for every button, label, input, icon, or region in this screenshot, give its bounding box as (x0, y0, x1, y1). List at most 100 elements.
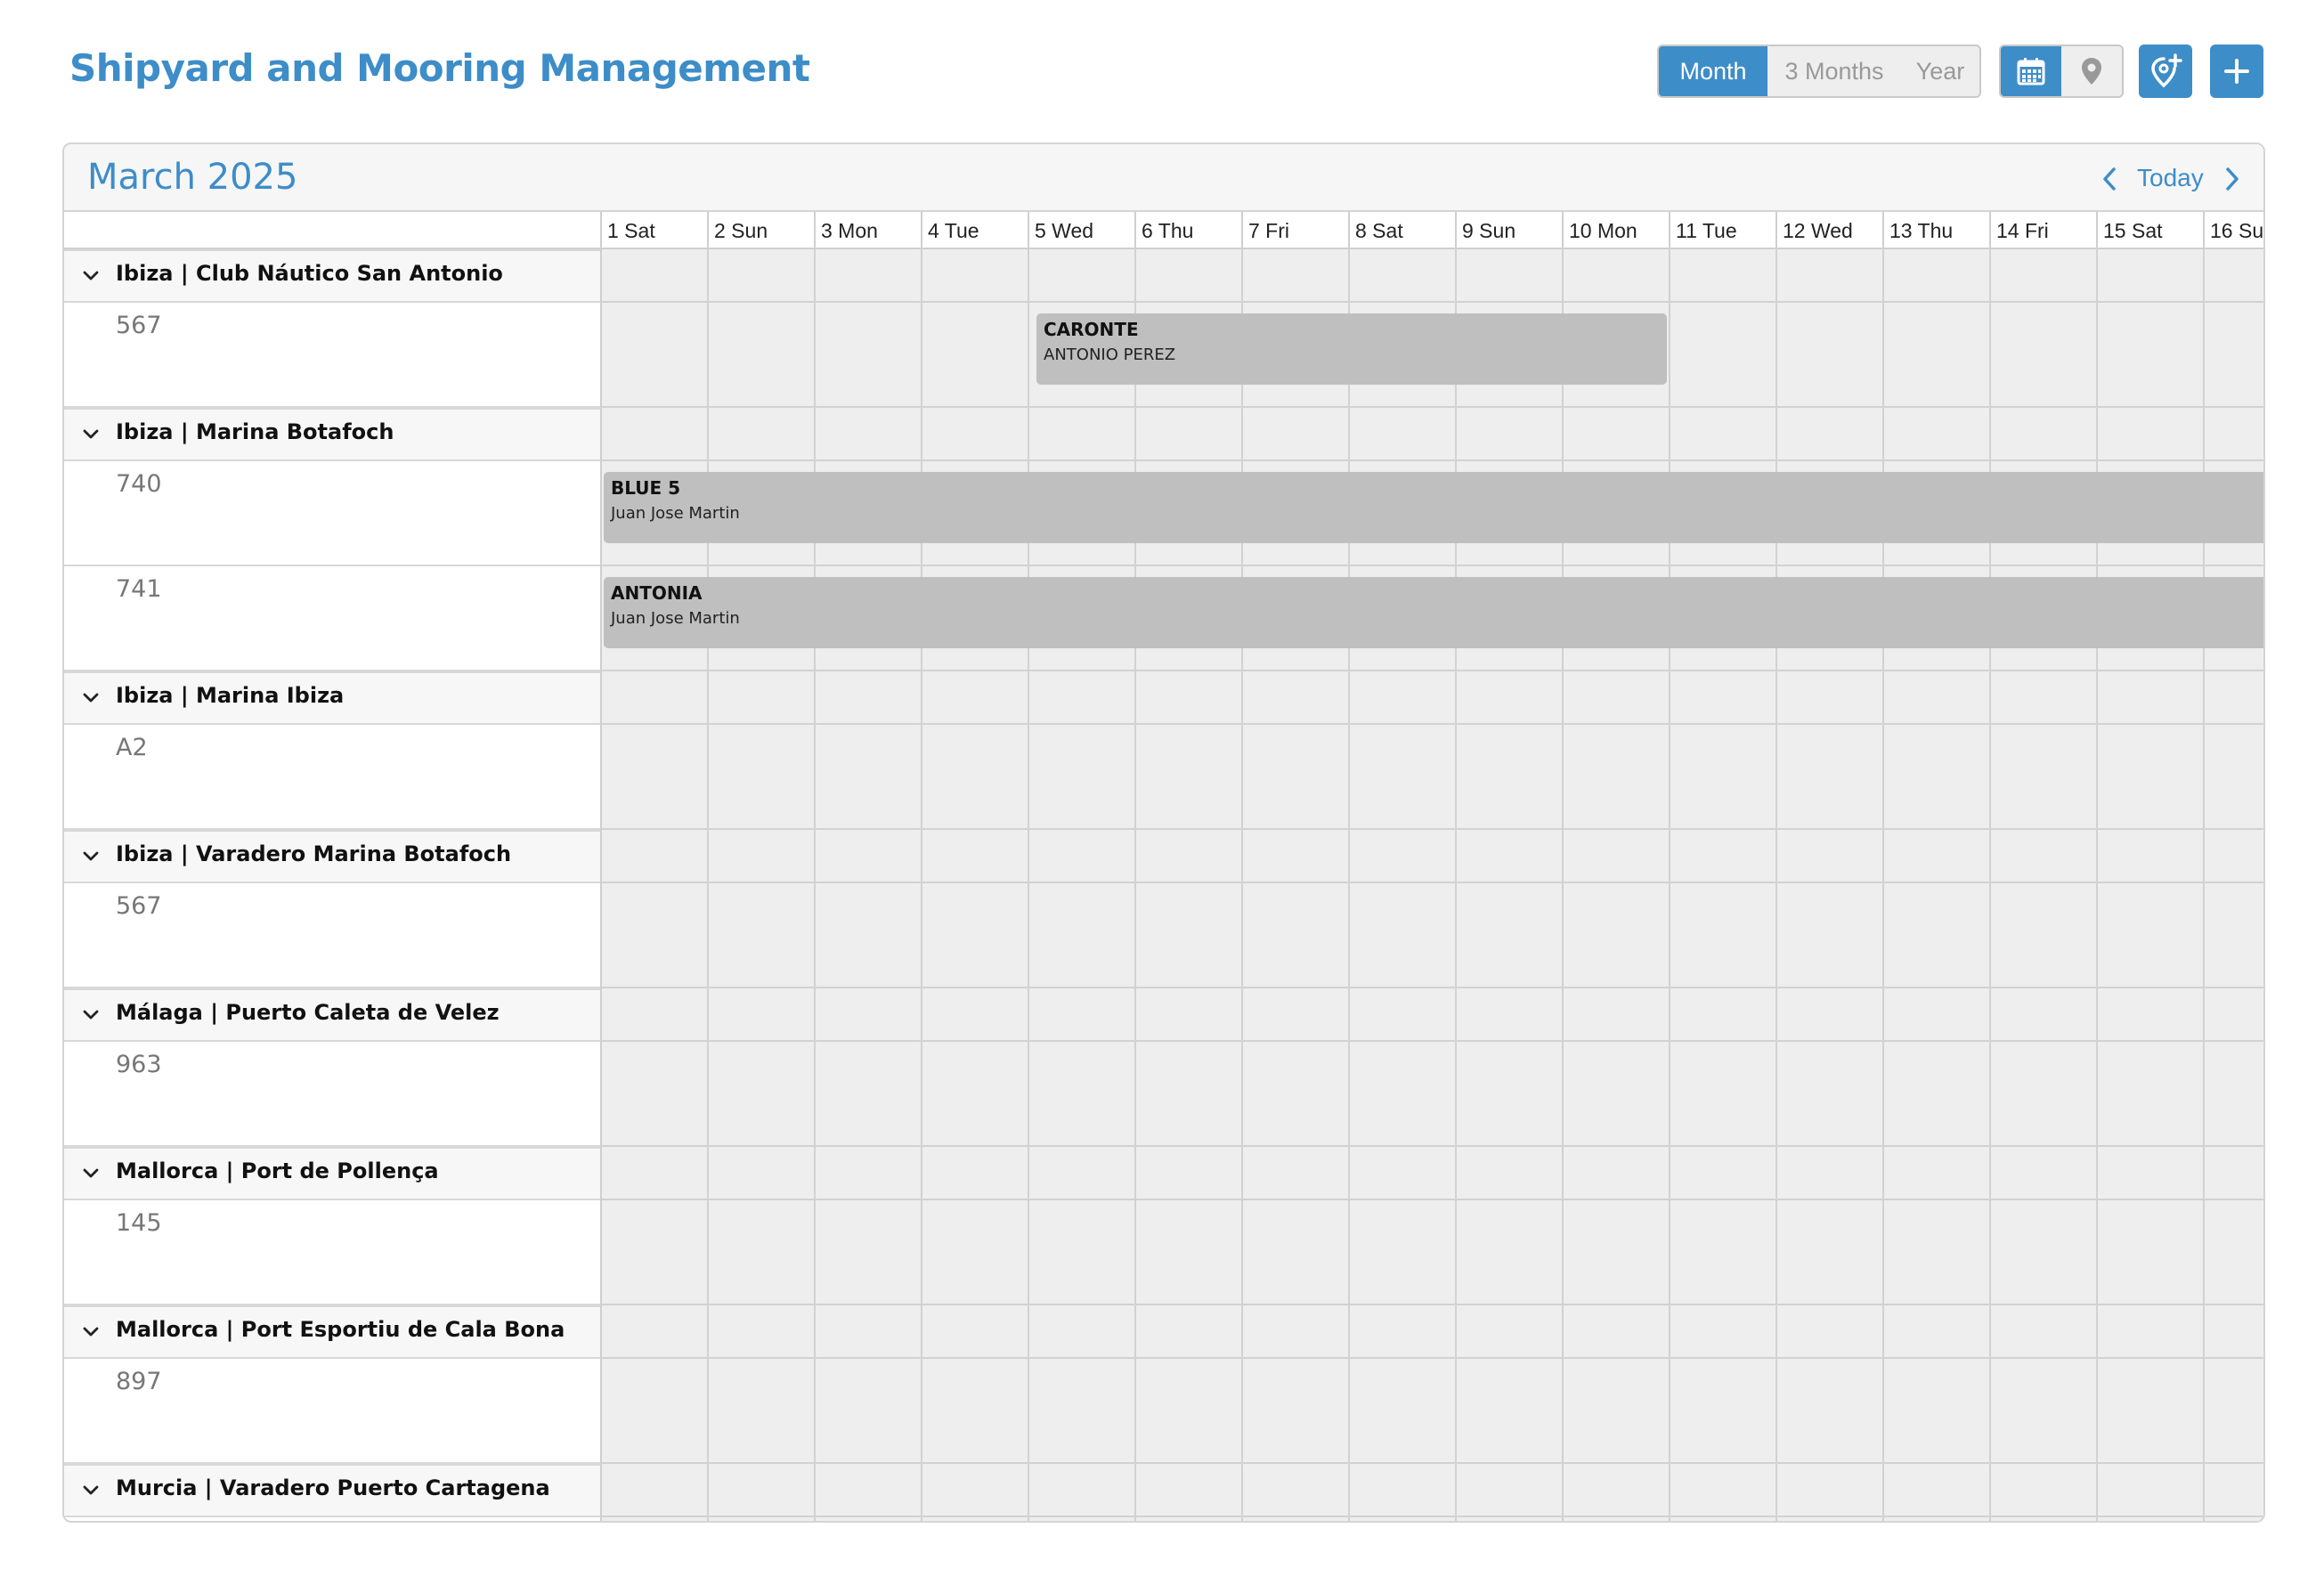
berth-row[interactable]: 897 (64, 1359, 600, 1464)
location-group-row[interactable]: Ibiza | Varadero Marina Botafoch (64, 830, 600, 883)
location-group-row[interactable]: Ibiza | Marina Ibiza (64, 671, 600, 725)
view-year-button[interactable]: Year (1901, 46, 1979, 96)
row-line (602, 882, 2263, 883)
location-group-row[interactable]: Ibiza | Club Náutico San Antonio (64, 249, 600, 303)
berth-label: A2 (116, 734, 148, 761)
day-column-line (2096, 249, 2098, 1521)
location-group-row[interactable]: Ibiza | Marina Botafoch (64, 408, 600, 461)
location-group-row[interactable]: Málaga | Puerto Caleta de Velez (64, 988, 600, 1042)
berth-row[interactable]: 740 (64, 461, 600, 566)
row-line (602, 1357, 2263, 1359)
calendar-icon (2017, 58, 2045, 85)
chevron-down-icon[interactable] (80, 846, 102, 867)
today-button[interactable]: Today (2137, 164, 2204, 192)
booking-bar[interactable]: ANTONIA Juan Jose Martin (604, 577, 2263, 648)
day-column-line (1882, 249, 1884, 1521)
location-group-row[interactable]: Mallorca | Port Esportiu de Cala Bona (64, 1305, 600, 1359)
chevron-left-icon (2103, 167, 2116, 191)
day-header: 8 Sat (1348, 212, 1455, 249)
app-root: Shipyard and Mooring Management Month 3 … (0, 0, 2324, 1585)
day-header: 9 Sun (1455, 212, 1562, 249)
view-month-button[interactable]: Month (1659, 46, 1767, 96)
mode-switch (1999, 45, 2124, 98)
calendar-view-button[interactable] (2001, 46, 2061, 96)
berth-row[interactable]: A2 (64, 725, 600, 830)
location-group-row[interactable]: Murcia | Varadero Puerto Cartagena (64, 1464, 600, 1517)
previous-button[interactable] (2096, 166, 2123, 192)
day-header: 3 Mon (814, 212, 921, 249)
day-header: 10 Mon (1562, 212, 1669, 249)
chevron-down-icon[interactable] (80, 265, 102, 287)
scheduler: March 2025 Today 1 Sat 2 Sun 3 Mon 4 Tue 5 W… (62, 142, 2265, 1523)
view-switch: Month 3 Months Year (1657, 45, 1981, 98)
day-header: 12 Wed (1776, 212, 1882, 249)
chevron-down-icon[interactable] (80, 1163, 102, 1184)
berth-label: 567 (116, 892, 162, 920)
day-column-line (2203, 249, 2205, 1521)
day-header: 11 Tue (1669, 212, 1776, 249)
berth-row[interactable]: 145 (64, 1200, 600, 1305)
day-column-line (1562, 249, 1564, 1521)
booking-bar[interactable]: BLUE 5 Juan Jose Martin (604, 472, 2263, 543)
add-button[interactable] (2210, 45, 2263, 98)
day-column-line (707, 249, 709, 1521)
booking-owner-name: Juan Jose Martin (611, 504, 740, 523)
add-location-button[interactable] (2139, 45, 2192, 98)
berth-label: 567 (116, 312, 162, 339)
map-pin-plus-icon (2151, 53, 2182, 88)
row-line (602, 723, 2263, 725)
day-column-line (1455, 249, 1457, 1521)
map-view-button[interactable] (2061, 46, 2122, 96)
row-line (602, 1040, 2263, 1042)
row-line (602, 565, 2263, 566)
chevron-down-icon[interactable] (80, 1004, 102, 1026)
chevron-down-icon[interactable] (80, 687, 102, 709)
scheduler-header: March 2025 Today (64, 144, 2263, 212)
day-column-line (1028, 249, 1029, 1521)
chevron-right-icon (2226, 167, 2239, 191)
day-header: 13 Thu (1882, 212, 1989, 249)
day-header: 15 Sat (2096, 212, 2203, 249)
row-line (602, 828, 2263, 830)
day-header: 2 Sun (707, 212, 814, 249)
berth-row[interactable]: 567 (64, 883, 600, 988)
view-3-months-button[interactable]: 3 Months (1767, 46, 1901, 96)
berth-row[interactable]: 567 (64, 303, 600, 408)
day-column-line (1348, 249, 1350, 1521)
booking-vessel-name: CARONTE (1044, 319, 1139, 340)
map-pin-icon (2082, 58, 2101, 85)
booking-owner-name: ANTONIO PEREZ (1044, 345, 1176, 364)
row-line (602, 406, 2263, 408)
row-line (602, 459, 2263, 461)
berth-label: 740 (116, 470, 162, 498)
booking-bar[interactable]: CARONTE ANTONIO PEREZ (1036, 313, 1667, 385)
day-header: 14 Fri (1989, 212, 2096, 249)
row-line (602, 987, 2263, 988)
berth-row[interactable]: 741 (64, 566, 600, 671)
plus-icon (2224, 59, 2249, 84)
row-line (602, 1199, 2263, 1200)
berth-label: 963 (116, 1051, 162, 1078)
chevron-down-icon[interactable] (80, 1480, 102, 1501)
berth-row[interactable]: 963 (64, 1042, 600, 1147)
location-group-label: Málaga | Puerto Caleta de Velez (116, 1000, 500, 1025)
berth-label: 741 (116, 575, 162, 603)
location-group-label: Ibiza | Marina Ibiza (116, 683, 345, 708)
row-line (602, 1145, 2263, 1147)
day-header: 6 Thu (1134, 212, 1241, 249)
page-title: Shipyard and Mooring Management (69, 46, 810, 90)
month-title: March 2025 (87, 157, 298, 198)
booking-vessel-name: ANTONIA (611, 582, 703, 604)
location-group-label: Murcia | Varadero Puerto Cartagena (116, 1475, 550, 1500)
chevron-down-icon[interactable] (80, 1321, 102, 1343)
location-group-row[interactable]: Mallorca | Port de Pollença (64, 1147, 600, 1200)
day-header: 16 Sun (2203, 212, 2263, 249)
day-header: 1 Sat (600, 212, 707, 249)
chevron-down-icon[interactable] (80, 424, 102, 445)
booking-vessel-name: BLUE 5 (611, 477, 681, 499)
day-column-line (814, 249, 816, 1521)
row-line (602, 1516, 2263, 1517)
next-button[interactable] (2219, 166, 2246, 192)
day-column-line (1776, 249, 1777, 1521)
location-group-label: Ibiza | Marina Botafoch (116, 419, 394, 444)
